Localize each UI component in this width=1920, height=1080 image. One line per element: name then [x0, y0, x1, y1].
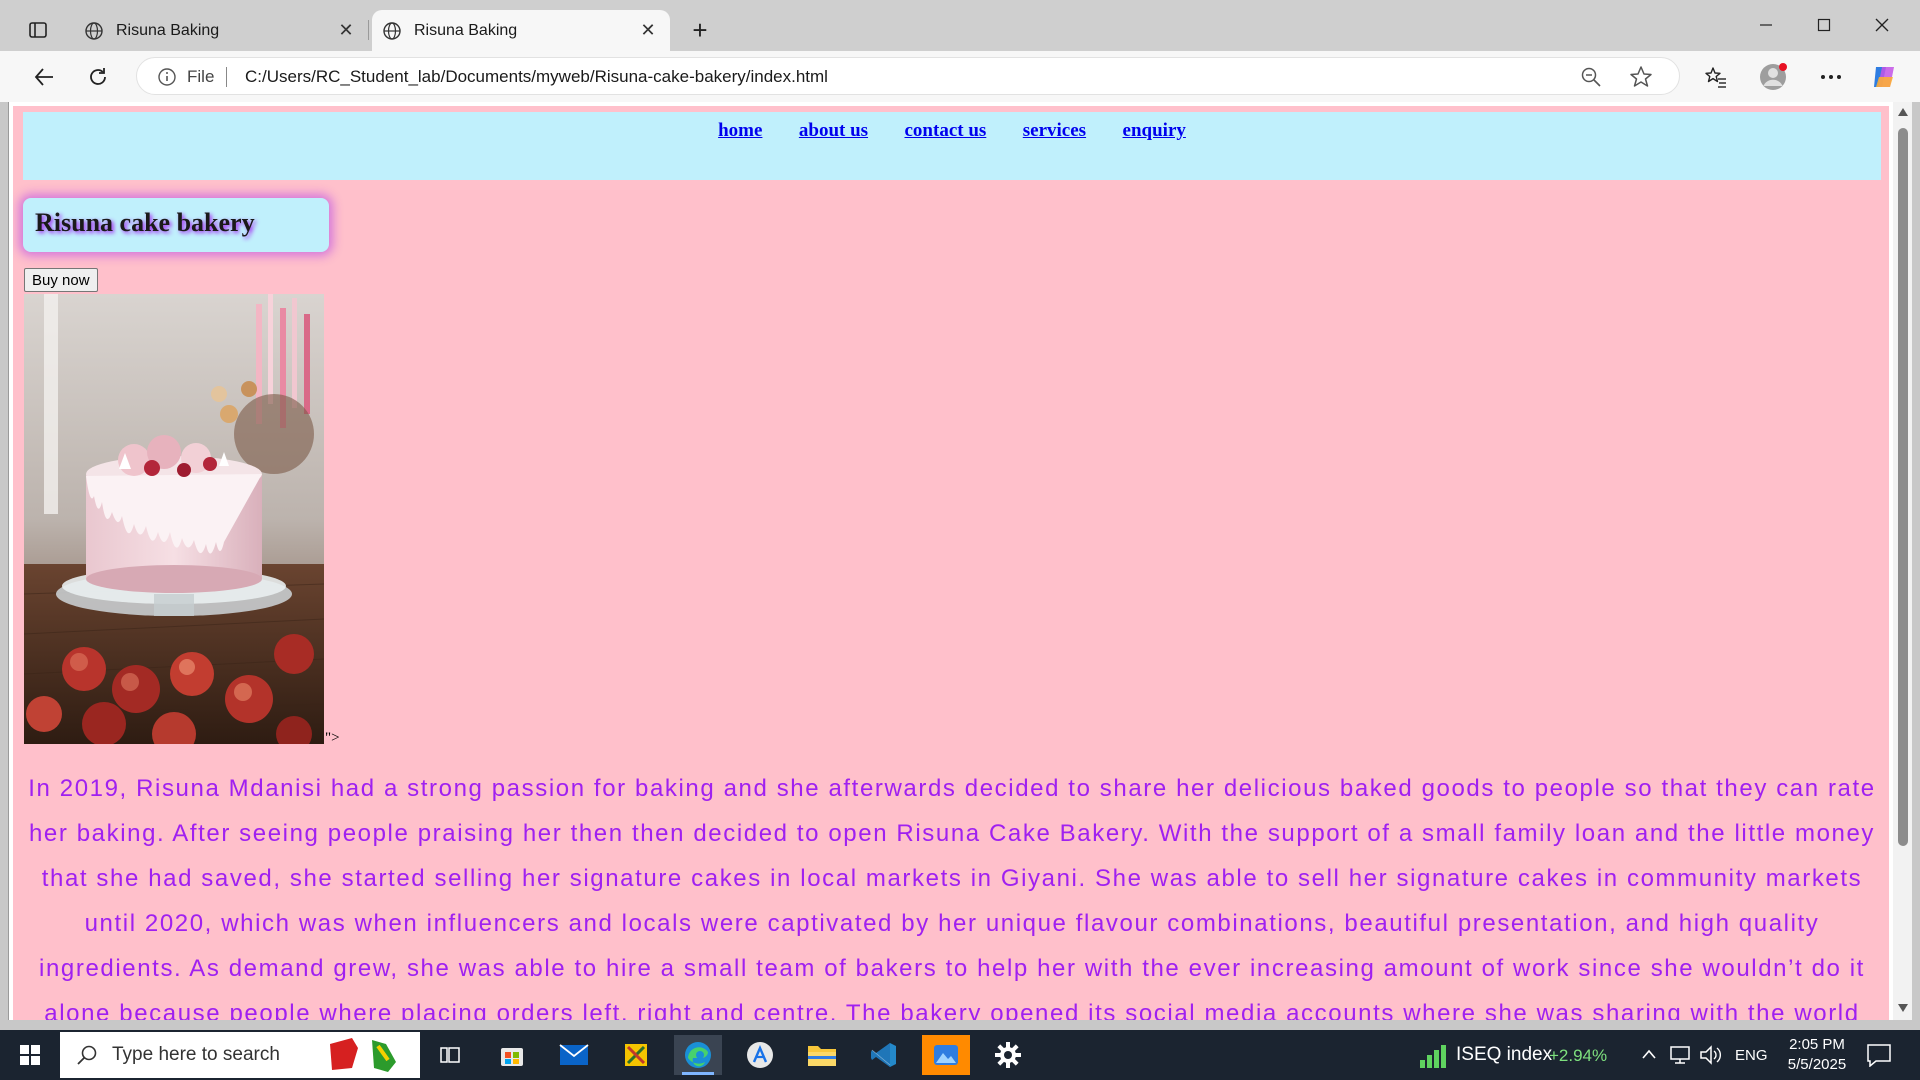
edge-browser-icon[interactable] — [674, 1035, 722, 1075]
more-icon[interactable] — [1813, 59, 1849, 95]
nav-link-home[interactable]: home — [718, 120, 762, 141]
mail-icon[interactable] — [550, 1035, 598, 1075]
nav-link-about-us[interactable]: about us — [799, 120, 868, 141]
settings-gear-icon[interactable] — [984, 1035, 1032, 1075]
close-icon[interactable]: ✕ — [334, 19, 358, 43]
scrollbar-thumb[interactable] — [1898, 128, 1908, 846]
microsoft-store-icon[interactable] — [488, 1035, 536, 1075]
page-body: home about us contact us services enquir… — [13, 106, 1889, 1020]
network-icon[interactable] — [1668, 1044, 1692, 1066]
brand-header: Risuna cake bakery — [23, 198, 329, 252]
nav-link-services[interactable]: services — [1023, 120, 1086, 141]
tab-active[interactable]: Risuna Baking ✕ — [372, 10, 670, 51]
taskbar: Type here to search ISEQ index +2.94% EN… — [0, 1030, 1920, 1080]
close-icon[interactable]: ✕ — [636, 19, 660, 43]
notifications-icon[interactable] — [1866, 1043, 1892, 1067]
story-line: alone because people where placing order… — [44, 1000, 1860, 1020]
about-paragraph: In 2019, Risuna Mdanisi had a strong pas… — [23, 766, 1881, 1020]
tab-actions-icon[interactable] — [18, 14, 58, 46]
page-viewport: home about us contact us services enquir… — [8, 102, 1912, 1020]
clock-time: 2:05 PM — [1789, 1036, 1845, 1053]
new-tab-icon[interactable]: + — [684, 14, 716, 46]
app-store-a-icon[interactable] — [736, 1035, 784, 1075]
buy-now-button[interactable]: Buy now — [24, 268, 98, 292]
stock-name[interactable]: ISEQ index — [1456, 1044, 1552, 1066]
language-indicator[interactable]: ENG — [1735, 1047, 1768, 1064]
tab-separator — [368, 20, 369, 40]
favorites-icon[interactable] — [1698, 59, 1734, 95]
task-view-icon[interactable] — [426, 1035, 474, 1075]
maximize-icon[interactable] — [1796, 8, 1852, 42]
snipping-tool-icon[interactable] — [612, 1035, 660, 1075]
story-line: that she had saved, she started selling … — [41, 865, 1863, 892]
url-text[interactable]: C:/Users/RC_Student_lab/Documents/myweb/… — [245, 67, 828, 87]
story-line: until 2020, which was when influencers a… — [84, 910, 1820, 937]
close-window-icon[interactable] — [1854, 8, 1910, 42]
address-bar[interactable]: File C:/Users/RC_Student_lab/Documents/m… — [136, 57, 1680, 95]
volume-icon[interactable] — [1698, 1044, 1722, 1066]
star-icon[interactable] — [1628, 64, 1654, 90]
info-icon[interactable] — [157, 67, 177, 87]
browser-toolbar: File C:/Users/RC_Student_lab/Documents/m… — [0, 51, 1920, 102]
globe-icon — [85, 21, 103, 40]
image-editor-icon[interactable] — [922, 1035, 970, 1075]
taskbar-search-box[interactable]: Type here to search — [60, 1032, 420, 1078]
minimize-icon[interactable] — [1738, 8, 1794, 42]
address-separator — [226, 67, 227, 87]
scheme-label: File — [187, 67, 215, 86]
tab-strip: Risuna Baking ✕ Risuna Baking ✕ + — [0, 0, 1920, 51]
tab-inactive[interactable]: Risuna Baking ✕ — [74, 10, 368, 51]
tab-title: Risuna Baking — [414, 21, 518, 39]
search-icon — [77, 1045, 97, 1065]
search-highlight-icon — [330, 1038, 396, 1072]
copilot-icon[interactable] — [1866, 59, 1902, 95]
story-line: In 2019, Risuna Mdanisi had a strong pas… — [28, 775, 1876, 802]
stock-chart-icon[interactable] — [1418, 1042, 1448, 1070]
scroll-down-icon[interactable] — [1897, 1002, 1909, 1014]
story-line: her baking. After seeing people praising… — [28, 820, 1876, 847]
story-line: ingredients. As demand grew, she was abl… — [39, 955, 1865, 982]
stray-markup-text: "> — [325, 730, 340, 746]
brand-title: Risuna cake bakery — [35, 208, 255, 237]
clock[interactable]: 2:05 PM 5/5/2025 — [1772, 1035, 1862, 1075]
refresh-icon[interactable] — [80, 59, 116, 95]
nav-link-enquiry[interactable]: enquiry — [1123, 120, 1186, 141]
back-arrow-icon[interactable] — [26, 59, 62, 95]
clock-date: 5/5/2025 — [1787, 1056, 1847, 1073]
stock-change[interactable]: +2.94% — [1549, 1046, 1607, 1066]
profile-icon[interactable] — [1755, 59, 1791, 95]
cake-photo — [24, 294, 324, 744]
zoom-out-icon[interactable] — [1579, 65, 1603, 89]
file-explorer-icon[interactable] — [798, 1035, 846, 1075]
search-placeholder: Type here to search — [112, 1044, 280, 1065]
vertical-scrollbar[interactable] — [1893, 102, 1912, 1020]
chevron-up-icon[interactable] — [1641, 1047, 1657, 1061]
site-navigation: home about us contact us services enquir… — [23, 112, 1881, 180]
tab-title: Risuna Baking — [116, 21, 220, 39]
nav-link-contact-us[interactable]: contact us — [905, 120, 987, 141]
globe-icon — [383, 21, 401, 40]
scroll-up-icon[interactable] — [1897, 106, 1909, 118]
windows-start-icon[interactable] — [10, 1040, 50, 1070]
vs-code-icon[interactable] — [860, 1035, 908, 1075]
